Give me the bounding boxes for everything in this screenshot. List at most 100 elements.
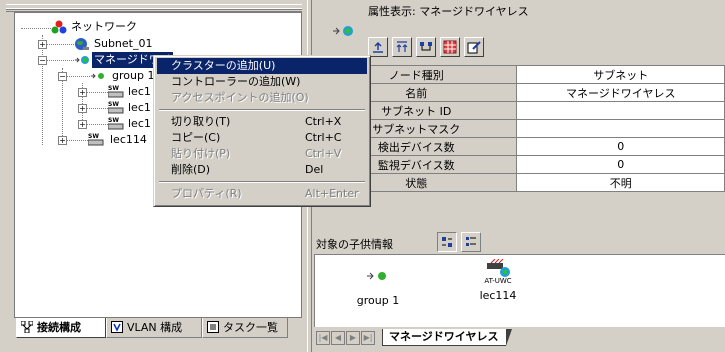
collapse-toggle[interactable]: − <box>58 72 67 81</box>
menu-item-label: コピー(C) <box>171 131 221 144</box>
wireless-network-icon <box>333 26 353 36</box>
property-value[interactable] <box>516 119 725 138</box>
menu-shortcut: Del <box>305 163 324 176</box>
menu-item-cut[interactable]: 切り取り(T) Ctrl+X <box>157 114 367 130</box>
table-row: 名前 マネージドワイヤレス <box>314 83 725 102</box>
menu-item-add-controller[interactable]: コントローラーの追加(W) <box>157 74 367 90</box>
large-icons-icon <box>442 237 452 247</box>
property-value[interactable]: 0 <box>516 155 725 174</box>
edit-button[interactable] <box>464 37 484 57</box>
switch-icon: SW <box>108 101 124 114</box>
child-sublabel: AT-UWC <box>484 277 512 285</box>
tab-label: VLAN 構成 <box>127 321 183 334</box>
menu-item-paste[interactable]: 貼り付け(P) Ctrl+V <box>157 146 367 162</box>
tree-label: lec1 <box>128 101 151 114</box>
sheet-tab-managed-wireless[interactable]: マネージドワイヤレス <box>382 329 513 346</box>
menu-item-copy[interactable]: コピー(C) Ctrl+C <box>157 130 367 146</box>
menu-item-add-access-point[interactable]: アクセスポイントの追加(O) <box>157 90 367 106</box>
move-top-icon <box>396 41 408 52</box>
tree-label: lec114 <box>110 133 147 146</box>
child-label: group 1 <box>356 294 400 307</box>
prev-sheet-button[interactable]: ◀ <box>331 331 345 345</box>
expand-toggle[interactable]: + <box>78 120 87 129</box>
task-list-icon <box>207 321 219 333</box>
globe-icon <box>75 38 89 50</box>
table-row: 状態 不明 <box>314 173 725 192</box>
move-up-icon <box>373 41 383 53</box>
menu-shortcut: Alt+Enter <box>305 187 359 200</box>
move-top-button[interactable] <box>392 37 412 57</box>
switch-icon: SW <box>88 133 104 146</box>
tree-label: lec1 <box>128 85 151 98</box>
menu-item-label: 削除(D) <box>171 163 211 176</box>
svg-text:SW: SW <box>88 133 99 140</box>
tree-label: Subnet_01 <box>94 37 153 50</box>
expand-toggle[interactable]: + <box>78 88 87 97</box>
tab-vlan[interactable]: VLAN 構成 <box>106 318 202 338</box>
next-sheet-button[interactable]: ▶ <box>346 331 360 345</box>
table-row: 検出デバイス数 0 <box>314 137 725 156</box>
properties-title: 属性表示: マネージドワイヤレス <box>368 5 529 18</box>
wireless-network-icon <box>75 56 89 64</box>
child-item-controller[interactable]: AT-UWC lec114 <box>473 258 523 302</box>
list-view-button[interactable] <box>461 232 481 252</box>
network-root-icon <box>51 20 67 34</box>
expand-toggle[interactable]: + <box>78 104 87 113</box>
menu-shortcut: Ctrl+X <box>305 115 342 128</box>
collapse-toggle[interactable]: − <box>38 56 47 65</box>
menu-item-properties[interactable]: プロパティ(R) Alt+Enter <box>157 186 367 202</box>
tab-label: 接続構成 <box>37 321 81 334</box>
wireless-group-icon <box>367 272 386 280</box>
tab-task-list[interactable]: タスク一覧 <box>202 318 288 338</box>
expand-toggle[interactable]: + <box>38 40 47 49</box>
child-label: lec114 <box>479 289 517 302</box>
tree-label: ネットワーク <box>71 20 137 33</box>
list-view-icon <box>466 237 476 246</box>
svg-text:SW: SW <box>108 85 119 92</box>
topology-icon <box>21 321 33 333</box>
tree-line <box>21 28 51 29</box>
children-info-label: 対象の子供情報 <box>316 238 393 251</box>
large-icon-view-button[interactable] <box>437 232 457 252</box>
property-value[interactable]: マネージドワイヤレス <box>516 83 725 102</box>
svg-text:SW: SW <box>108 117 119 124</box>
last-sheet-button[interactable]: ▶| <box>361 331 375 345</box>
tab-topology[interactable]: 接続構成 <box>16 318 106 338</box>
tree-label: lec1 <box>128 117 151 130</box>
first-sheet-button[interactable]: |◀ <box>316 331 330 345</box>
property-value[interactable]: 0 <box>516 137 725 156</box>
pane-grip[interactable] <box>6 4 302 12</box>
property-value[interactable]: 不明 <box>516 173 725 192</box>
property-value[interactable] <box>516 101 725 120</box>
children-list[interactable]: group 1 AT-UWC lec114 <box>314 254 725 327</box>
menu-item-label: コントローラーの追加(W) <box>171 75 301 88</box>
grid-view-button[interactable] <box>440 37 460 57</box>
menu-separator <box>159 181 365 183</box>
at-uwc-controller-icon <box>487 258 510 277</box>
menu-item-label: 貼り付け(P) <box>171 147 231 160</box>
connect-button[interactable] <box>416 37 436 57</box>
tree-label: group 1 <box>112 69 155 82</box>
menu-separator <box>159 109 365 111</box>
grid-icon <box>443 40 457 54</box>
menu-shortcut: Ctrl+C <box>305 131 342 144</box>
switch-icon: SW <box>108 117 124 130</box>
move-up-button[interactable] <box>368 37 388 57</box>
edit-icon <box>467 41 481 54</box>
vlan-icon <box>111 321 123 333</box>
expand-toggle[interactable]: + <box>58 136 67 145</box>
menu-item-label: アクセスポイントの追加(O) <box>171 91 309 104</box>
child-item-group[interactable]: group 1 <box>353 267 403 307</box>
property-table: ノード種別 サブネット 名前 マネージドワイヤレス サブネット ID サブネットマス… <box>314 65 725 192</box>
wireless-group-icon <box>91 73 104 79</box>
network-connect-icon <box>420 42 432 51</box>
menu-shortcut: Ctrl+V <box>305 147 342 160</box>
menu-item-label: クラスターの追加(U) <box>171 59 276 72</box>
table-row: 監視デバイス数 0 <box>314 155 725 174</box>
menu-item-delete[interactable]: 削除(D) Del <box>157 162 367 178</box>
tab-label: タスク一覧 <box>223 321 278 334</box>
menu-item-label: 切り取り(T) <box>171 115 231 128</box>
menu-item-add-cluster[interactable]: クラスターの追加(U) <box>157 58 367 74</box>
switch-icon: SW <box>108 85 124 98</box>
property-value[interactable]: サブネット <box>516 65 725 84</box>
